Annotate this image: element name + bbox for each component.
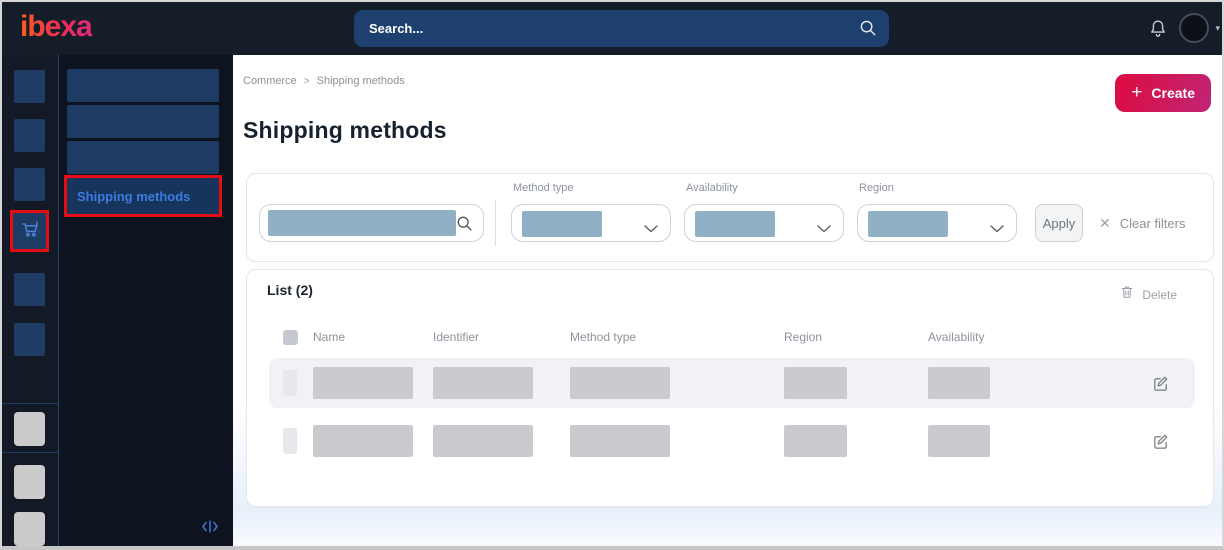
shopping-cart-icon	[19, 218, 41, 245]
create-button[interactable]: + Create	[1115, 74, 1211, 112]
filter-label: Region	[859, 182, 894, 194]
rail-divider	[2, 403, 58, 404]
cell-method-type-placeholder	[570, 425, 670, 457]
menu-icon-placeholder-5[interactable]	[14, 323, 45, 356]
method-type-select[interactable]	[511, 204, 671, 242]
menu-icon-placeholder-2[interactable]	[14, 119, 45, 152]
edit-icon[interactable]	[1152, 375, 1169, 392]
clear-filters-button[interactable]: ✕ Clear filters	[1099, 204, 1185, 242]
table-row[interactable]	[269, 416, 1195, 466]
collapse-panel-icon[interactable]	[201, 520, 219, 538]
cell-region-placeholder	[784, 425, 847, 457]
cell-method-type-placeholder	[570, 367, 670, 399]
filter-label: Method type	[513, 182, 574, 194]
chevron-down-icon	[817, 220, 831, 238]
menu-icon-placeholder-8[interactable]	[14, 512, 45, 546]
column-header-region: Region	[784, 330, 823, 344]
availability-select[interactable]	[684, 204, 844, 242]
top-bar: ibexa ▾	[2, 2, 1222, 55]
delete-button-label: Delete	[1142, 287, 1177, 302]
filter-divider	[495, 200, 496, 246]
edit-icon[interactable]	[1152, 433, 1169, 450]
cell-name-placeholder	[313, 425, 413, 457]
delete-button[interactable]: Delete	[1120, 284, 1177, 305]
table-header: Name Identifier Method type Region Avail…	[269, 322, 1195, 352]
main-menu-rail	[2, 55, 59, 546]
filters-bar: Method type Availability Region Apply ✕ …	[246, 173, 1214, 262]
select-all-checkbox[interactable]	[283, 329, 298, 345]
menu-icon-placeholder-3[interactable]	[14, 168, 45, 201]
cell-identifier-placeholder	[433, 425, 533, 457]
bell-icon[interactable]	[1148, 18, 1168, 40]
global-search-input[interactable]	[354, 10, 889, 47]
trash-icon	[1120, 284, 1134, 305]
filter-group-method-type: Method type	[511, 182, 671, 242]
submenu-panel: Shipping methods	[59, 55, 233, 546]
cell-region-placeholder	[784, 367, 847, 399]
column-header-identifier: Identifier	[433, 330, 480, 344]
cell-identifier-placeholder	[433, 367, 533, 399]
ibexa-logo: ibexa	[20, 10, 93, 43]
filter-group-availability: Availability	[684, 182, 844, 242]
submenu-item-label: Shipping methods	[77, 188, 191, 204]
breadcrumb: Commerce > Shipping methods	[243, 75, 405, 87]
breadcrumb-item-commerce[interactable]: Commerce	[243, 75, 297, 87]
row-checkbox[interactable]	[283, 370, 297, 396]
filter-search-value-placeholder	[268, 210, 456, 236]
create-button-label: Create	[1151, 85, 1195, 101]
filter-group-region: Region	[857, 182, 1017, 242]
apply-button[interactable]: Apply	[1035, 204, 1083, 242]
user-menu-caret-icon[interactable]: ▾	[1215, 23, 1220, 34]
shipping-methods-list: List (2) Delete Name Identifier Method t…	[246, 269, 1214, 507]
page-title: Shipping methods	[243, 117, 447, 143]
select-value-placeholder	[522, 211, 602, 237]
menu-icon-placeholder-1[interactable]	[14, 70, 45, 103]
table-row[interactable]	[269, 358, 1195, 408]
table-body	[269, 358, 1195, 474]
column-header-availability: Availability	[928, 330, 985, 344]
plus-icon: +	[1131, 82, 1143, 103]
list-title: List (2)	[267, 282, 313, 298]
column-header-method-type: Method type	[570, 330, 637, 344]
user-avatar[interactable]	[1179, 13, 1209, 43]
column-header-name: Name	[313, 330, 346, 344]
chevron-down-icon	[990, 220, 1004, 238]
clear-filters-label: Clear filters	[1119, 215, 1186, 231]
filter-search-input[interactable]	[259, 204, 484, 242]
search-icon	[859, 19, 877, 42]
menu-item-commerce-highlighted[interactable]	[10, 210, 49, 252]
submenu-item-placeholder-1[interactable]	[67, 69, 219, 102]
rail-divider	[2, 452, 58, 453]
cell-availability-placeholder	[928, 425, 990, 457]
menu-icon-placeholder-6[interactable]	[14, 412, 45, 446]
region-select[interactable]	[857, 204, 1017, 242]
chevron-down-icon	[644, 220, 658, 238]
row-checkbox[interactable]	[283, 428, 297, 454]
menu-icon-placeholder-4[interactable]	[14, 273, 45, 306]
select-value-placeholder	[695, 211, 775, 237]
menu-icon-placeholder-7[interactable]	[14, 465, 45, 499]
app-window: ibexa ▾	[0, 0, 1224, 550]
cell-availability-placeholder	[928, 367, 990, 399]
submenu-item-shipping-methods[interactable]: Shipping methods	[64, 175, 222, 217]
breadcrumb-separator: >	[303, 75, 310, 87]
cell-name-placeholder	[313, 367, 413, 399]
global-search	[354, 10, 889, 47]
filter-label: Availability	[686, 182, 738, 194]
clear-x-icon: ✕	[1099, 214, 1111, 231]
search-icon	[456, 215, 473, 237]
submenu-item-placeholder-3[interactable]	[67, 141, 219, 174]
submenu-item-placeholder-2[interactable]	[67, 105, 219, 138]
select-value-placeholder	[868, 211, 948, 237]
breadcrumb-item-shipping-methods: Shipping methods	[316, 75, 405, 87]
main-content: Commerce > Shipping methods + Create Shi…	[233, 55, 1222, 546]
